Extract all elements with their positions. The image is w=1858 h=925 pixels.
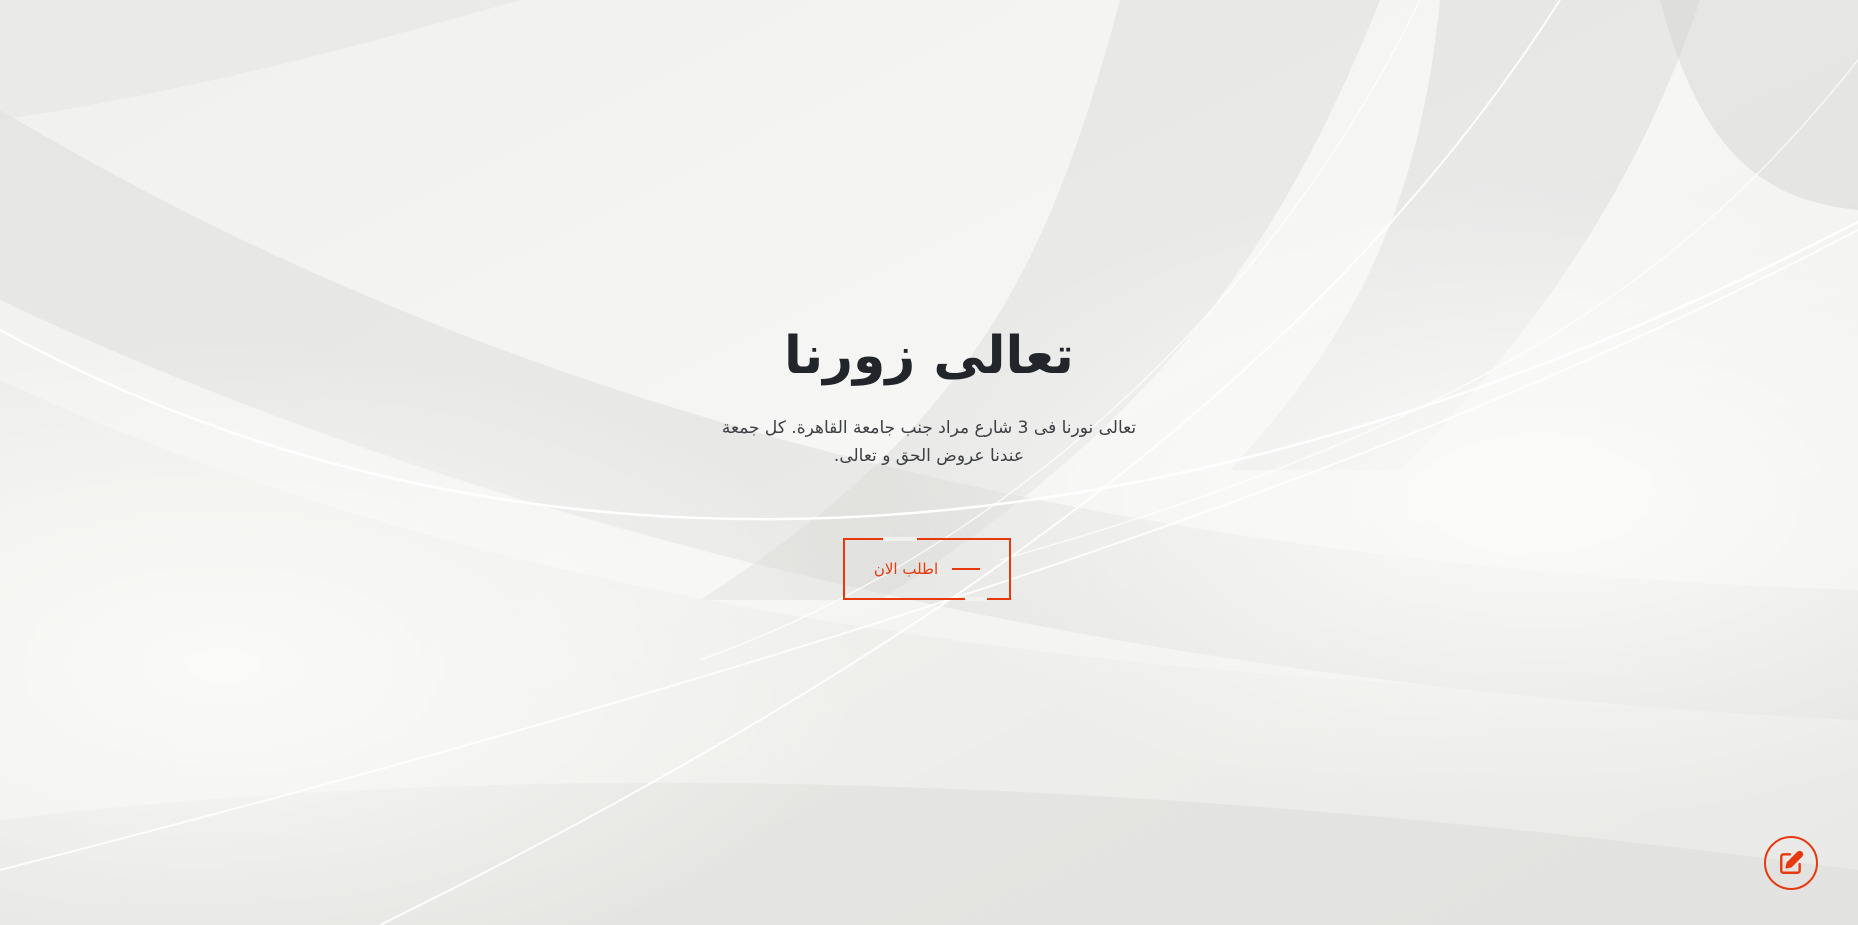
order-now-button[interactable]: اطلب الان xyxy=(843,537,1011,601)
edit-icon xyxy=(1780,850,1804,874)
button-notch-top xyxy=(883,537,917,541)
button-notch-bottom xyxy=(965,597,987,601)
hero-section: تعالى زورنا تعالى نورنا فى 3 شارع مراد ج… xyxy=(0,0,1858,925)
hero-description: تعالى نورنا فى 3 شارع مراد جنب جامعة الق… xyxy=(721,418,1137,466)
dash-line-icon xyxy=(952,568,981,570)
hero-title: تعالى زورنا xyxy=(784,326,1074,386)
edit-button[interactable] xyxy=(1764,836,1818,890)
order-now-label: اطلب الان xyxy=(873,560,939,578)
